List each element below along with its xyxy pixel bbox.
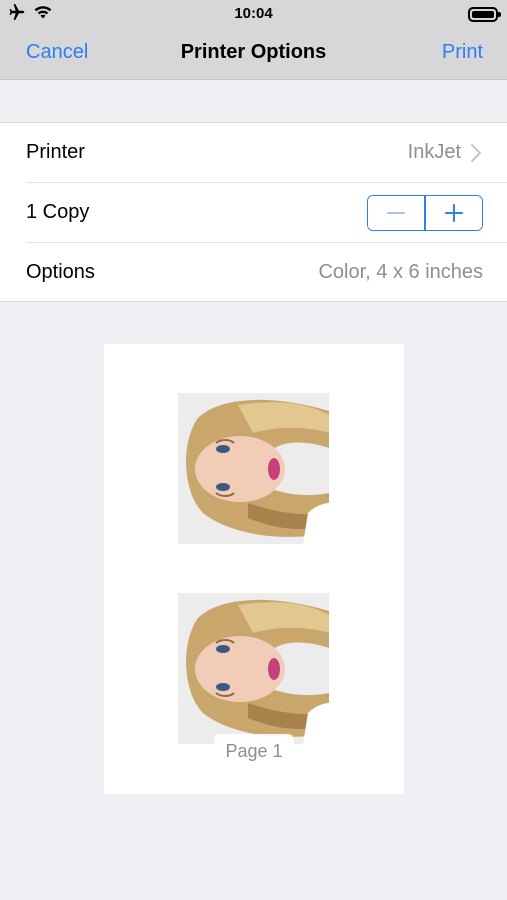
plus-icon [444, 204, 463, 222]
copies-label: 1 Copy [26, 201, 90, 223]
copies-stepper[interactable] [367, 195, 483, 231]
status-bar: 10:04 [0, 0, 507, 28]
preview-photo [178, 393, 329, 544]
print-button[interactable]: Print [442, 41, 483, 64]
print-settings-group: Printer InkJet 1 Copy Options Color, 4 x… [0, 122, 507, 302]
increment-button[interactable] [425, 196, 482, 230]
page-number-label: Page 1 [214, 734, 294, 768]
printer-row[interactable]: Printer InkJet [0, 123, 507, 183]
decrement-button[interactable] [368, 196, 425, 230]
portrait-image [178, 393, 329, 544]
portrait-image [178, 593, 329, 744]
options-row[interactable]: Options Color, 4 x 6 inches [0, 243, 507, 303]
battery-icon [468, 7, 501, 22]
cancel-button[interactable]: Cancel [26, 41, 88, 64]
chevron-right-icon [470, 143, 482, 163]
printer-options-screen: 10:04 Cancel Printer Options Print Print… [0, 0, 507, 900]
minus-icon [387, 212, 406, 214]
header: 10:04 Cancel Printer Options Print [0, 0, 507, 80]
printer-label: Printer [26, 141, 85, 163]
printer-value: InkJet [407, 141, 461, 163]
copies-row: 1 Copy [0, 183, 507, 243]
print-preview-page[interactable]: Page 1 [104, 344, 404, 794]
preview-photo [178, 593, 329, 744]
options-value: Color, 4 x 6 inches [318, 261, 483, 283]
options-label: Options [26, 261, 95, 283]
status-time: 10:04 [234, 5, 273, 22]
nav-bar: Cancel Printer Options Print [0, 28, 507, 80]
